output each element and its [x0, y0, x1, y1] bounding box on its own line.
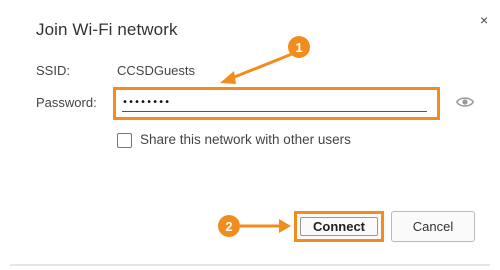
close-icon[interactable]: ×	[480, 13, 488, 27]
connect-button[interactable]: Connect	[294, 211, 384, 242]
password-label: Password:	[36, 95, 97, 110]
ssid-label: SSID:	[36, 63, 70, 78]
share-label: Share this network with other users	[140, 132, 351, 147]
password-highlight	[113, 87, 440, 120]
divider	[10, 264, 490, 266]
eye-icon[interactable]	[456, 95, 474, 109]
step-1-badge: 1	[288, 36, 310, 58]
share-checkbox[interactable]	[117, 133, 132, 148]
wifi-dialog: Join Wi-Fi network × SSID: CCSDGuests Pa…	[0, 0, 500, 270]
password-input[interactable]	[122, 93, 427, 112]
connect-button-label: Connect	[313, 219, 365, 234]
dialog-title: Join Wi-Fi network	[36, 20, 178, 39]
cancel-button[interactable]: Cancel	[391, 211, 475, 242]
step-2-badge: 2	[218, 215, 240, 237]
ssid-value: CCSDGuests	[117, 63, 196, 78]
